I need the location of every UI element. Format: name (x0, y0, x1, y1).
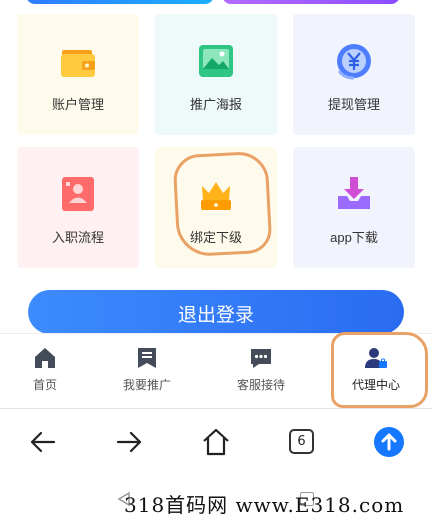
tile-withdraw-management[interactable]: 提现管理 (293, 14, 415, 135)
promote-doc-icon (138, 348, 156, 368)
tab-home[interactable]: 首页 (0, 334, 99, 410)
tile-bind-subordinate[interactable]: 绑定下级 (155, 147, 277, 268)
tile-app-download[interactable]: app下载 (293, 147, 415, 268)
logout-button[interactable]: 退出登录 (28, 290, 404, 334)
top-purple-button[interactable] (222, 0, 400, 4)
tile-label: 提现管理 (327, 97, 380, 112)
top-blue-button[interactable] (26, 0, 214, 4)
page: 账户管理 推广海报 提现管理 入职流程 绑定下级 app下载 退出登录 首页 我… (0, 0, 432, 516)
tab-label: 客服接待 (236, 378, 285, 392)
home-icon (35, 348, 55, 368)
forward-arrow-icon[interactable] (114, 427, 144, 457)
image-icon (199, 45, 233, 77)
crown-bag-icon (201, 182, 231, 210)
tabs-count-button[interactable]: 6 (289, 429, 314, 454)
tile-label: 推广海报 (189, 97, 242, 112)
bottom-tab-bar: 首页 我要推广 客服接待 代理中心 (0, 333, 432, 409)
tile-label: app下载 (330, 230, 378, 245)
tile-onboarding-process[interactable]: 入职流程 (17, 147, 139, 268)
wallet-icon (61, 50, 95, 77)
upload-button[interactable] (374, 427, 404, 457)
agent-user-icon (365, 348, 387, 368)
tile-label: 账户管理 (51, 97, 104, 112)
tab-customer-service[interactable]: 客服接待 (207, 334, 315, 410)
tab-promote[interactable]: 我要推广 (93, 334, 201, 410)
back-arrow-icon[interactable] (28, 427, 58, 457)
download-tray-icon (338, 177, 370, 209)
chat-icon (251, 349, 271, 368)
arrow-up-icon (381, 433, 397, 451)
tab-agent-center[interactable]: 代理中心 (322, 334, 430, 410)
tab-label: 我要推广 (122, 378, 171, 392)
watermark-text: 318首码网 www.E318.com (124, 493, 405, 516)
yuan-exchange-icon (337, 44, 371, 80)
tile-account-management[interactable]: 账户管理 (17, 14, 139, 135)
tile-label: 入职流程 (51, 230, 104, 245)
tab-label: 首页 (32, 378, 57, 392)
tile-label: 绑定下级 (189, 230, 242, 245)
home-outline-icon[interactable] (201, 427, 231, 457)
id-card-icon (62, 177, 94, 211)
tab-label: 代理中心 (351, 378, 400, 392)
tile-promo-poster[interactable]: 推广海报 (155, 14, 277, 135)
